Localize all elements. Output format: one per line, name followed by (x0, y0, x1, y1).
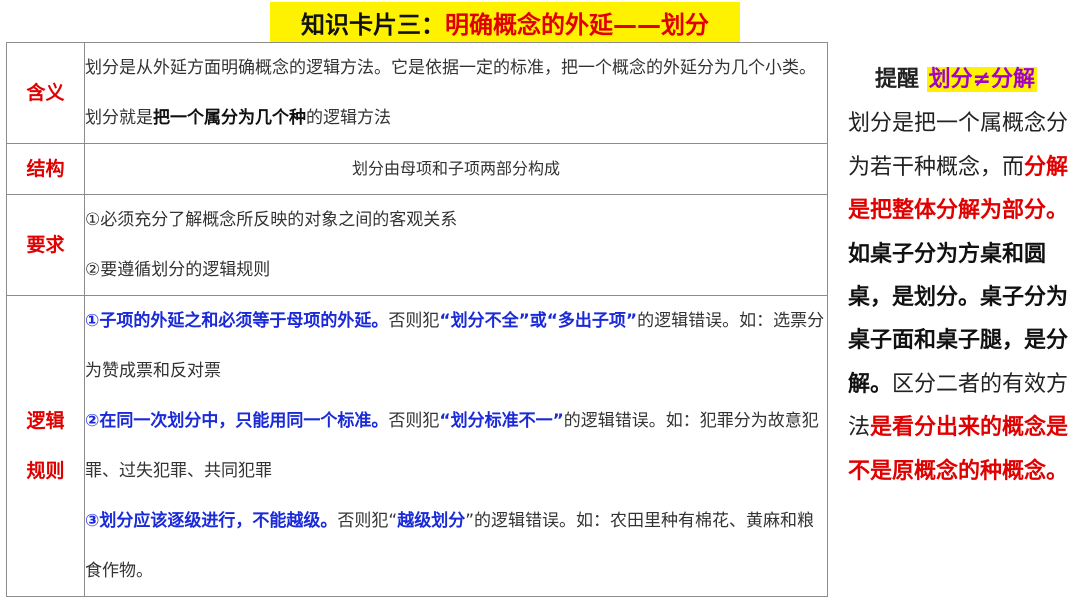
label-rules-line1: 逻辑 (26, 410, 65, 432)
title-highlight: 划分 (661, 10, 709, 39)
rule-2-bold: ②在同一次划分中，只能用同一个标准。 (85, 411, 389, 431)
label-requirement: 要求 (6, 194, 85, 296)
label-rules-line2: 规则 (26, 460, 65, 482)
rule-3-b: 越级划分 (397, 511, 466, 531)
rule-1-a: 否则犯 (388, 311, 440, 331)
row-meaning: 含义 划分是从外延方面明确概念的逻辑方法。它是依据一定的标准，把一个概念的外延分… (6, 42, 828, 144)
row-rules: 逻辑 规则 ①子项的外延之和必须等于母项的外延。否则犯“划分不全”或“多出子项”… (6, 295, 828, 597)
row-structure: 结构 划分由母项和子项两部分构成 (6, 143, 828, 195)
rule-1-bold: ①子项的外延之和必须等于母项的外延。 (85, 311, 389, 331)
reminder-label: 提醒 (874, 67, 919, 92)
reminder-heading: 提醒 划分≠分解 (838, 58, 1074, 101)
rule-2-a: 否则犯 (388, 411, 440, 431)
label-structure: 结构 (6, 143, 85, 195)
meaning-text2: 的逻辑方法 (306, 108, 391, 128)
content-meaning: 划分是从外延方面明确概念的逻辑方法。它是依据一定的标准，把一个概念的外延分为几个… (84, 42, 828, 144)
rule-3-bold: ③划分应该逐级进行，不能越级。 (85, 511, 338, 531)
rule-2-b: “划分标准不一” (439, 411, 564, 431)
rule-1-b: “划分不全”或“多出子项” (439, 311, 638, 331)
rule-3: ③划分应该逐级进行，不能越级。否则犯“越级划分”的逻辑错误。如：农田里种有棉花、… (85, 496, 827, 596)
content-rules: ①子项的外延之和必须等于母项的外延。否则犯“划分不全”或“多出子项”的逻辑错误。… (84, 295, 828, 597)
requirement-item: ①必须充分了解概念所反映的对象之间的客观关系 (85, 210, 458, 230)
reminder-body: 划分是把一个属概念分为若干种概念，而分解是把整体分解为部分。如桌子分为方桌和圆桌… (838, 102, 1074, 493)
content-structure: 划分由母项和子项两部分构成 (84, 143, 828, 195)
knowledge-table: 含义 划分是从外延方面明确概念的逻辑方法。它是依据一定的标准，把一个概念的外延分… (6, 42, 828, 597)
reminder-tag: 划分≠分解 (926, 67, 1038, 92)
rule-3-a: 否则犯“ (337, 511, 398, 531)
label-rules: 逻辑 规则 (6, 295, 85, 597)
reminder-panel: 提醒 划分≠分解 划分是把一个属概念分为若干种概念，而分解是把整体分解为部分。如… (838, 58, 1074, 493)
requirement-item: ②要遵循划分的逻辑规则 (85, 260, 271, 280)
title-prefix: 知识卡片三： (301, 10, 445, 39)
rule-1: ①子项的外延之和必须等于母项的外延。否则犯“划分不全”或“多出子项”的逻辑错误。… (85, 296, 827, 396)
reminder-p5: 是看分出来的概念是不是原概念的种概念。 (848, 415, 1069, 484)
title-main: 明确概念的外延—— (445, 10, 661, 39)
row-requirement: 要求 ①必须充分了解概念所反映的对象之间的客观关系 ②要遵循划分的逻辑规则 (6, 194, 828, 296)
rule-2: ②在同一次划分中，只能用同一个标准。否则犯“划分标准不一”的逻辑错误。如：犯罪分… (85, 396, 827, 496)
meaning-bold: 把一个属分为几个种 (153, 108, 306, 128)
content-requirement: ①必须充分了解概念所反映的对象之间的客观关系 ②要遵循划分的逻辑规则 (84, 194, 828, 296)
card-title: 知识卡片三： 明确概念的外延—— 划分 (270, 2, 740, 42)
label-meaning: 含义 (6, 42, 85, 144)
